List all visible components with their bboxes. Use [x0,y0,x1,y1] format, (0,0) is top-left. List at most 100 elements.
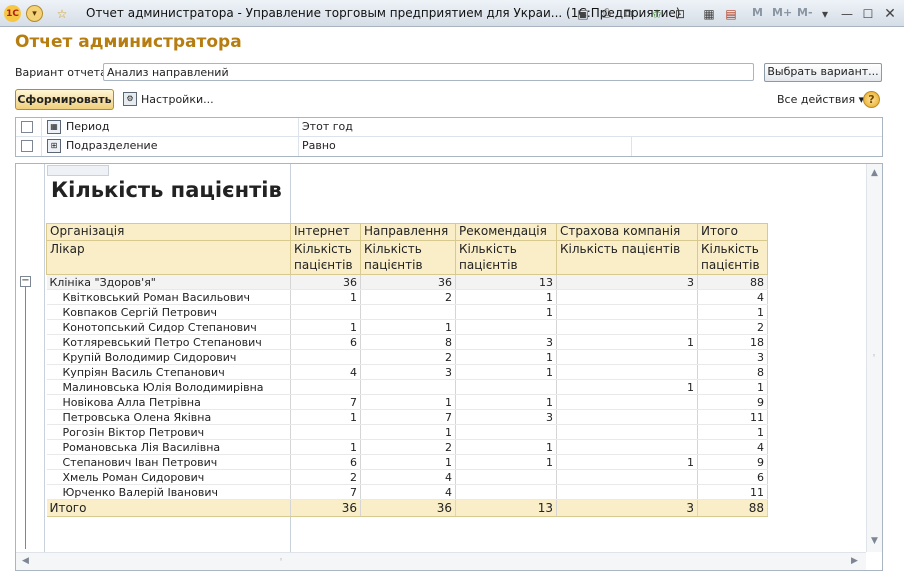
cell-value: 9 [697,394,768,410]
filter-row-department[interactable]: ⊞ Подразделение Равно [16,137,882,156]
cell-value: 4 [360,469,456,485]
filter-value[interactable]: Этот год [302,118,882,137]
cell-value [290,379,361,395]
filter-comparison[interactable]: Равно [302,137,632,156]
memory-minus-button[interactable]: M- [797,6,813,19]
cell-value: 7 [290,484,361,500]
table-row[interactable]: Романовська Лія Василівна 1 2 1 4 [46,439,768,455]
generate-button[interactable]: Сформировать [15,89,114,110]
total-row: Итого 36 36 13 3 88 [46,499,768,517]
column-header: Організація [46,223,291,241]
filter-row-period[interactable]: ▦ Период Этот год [16,118,882,137]
app-logo-icon[interactable]: 1С [4,5,21,22]
choose-variant-button[interactable]: Выбрать вариант... [764,63,882,82]
cell-value: 1 [360,454,456,470]
collapse-group-icon[interactable]: − [20,276,31,287]
scroll-thumb-icon[interactable]: ◦ [279,556,283,564]
scroll-right-icon[interactable]: ▶ [851,556,858,566]
settings-icon: ⚙ [123,92,137,106]
cell-value [455,424,557,440]
maximize-icon[interactable]: ☐ [859,5,877,22]
page-title: Отчет администратора [15,32,242,52]
star-favorite-icon[interactable]: ☆ [53,5,71,22]
cell-value [290,304,361,320]
column-subheader: Кількість пацієнтів [455,240,557,275]
scroll-down-icon[interactable]: ▼ [871,536,878,546]
scroll-up-icon[interactable]: ▲ [871,168,878,178]
cell-value: 1 [455,394,557,410]
column-header: Інтернет [290,223,361,241]
cell-value: 8 [360,334,456,350]
calendar-icon[interactable]: ▤ [722,5,740,22]
cell-value [556,304,698,320]
cell-value [290,349,361,365]
vertical-scrollbar[interactable]: ▲ ◦ ▼ [866,164,882,552]
scroll-thumb-icon[interactable]: ◦ [872,352,876,360]
memory-m-button[interactable]: M [752,6,763,19]
cell-value: 8 [697,364,768,380]
filter-checkbox[interactable] [21,121,33,133]
cell-value [556,484,698,500]
table-row[interactable]: Малиновська Юлія Володимирівна 1 1 [46,379,768,395]
table-row[interactable]: Петровська Олена Яківна 1 7 3 11 [46,409,768,425]
column-header: Рекомендація [455,223,557,241]
chevron-down-icon[interactable]: ▾ [816,5,834,22]
cell-value [556,469,698,485]
variant-input[interactable]: Анализ направлений [103,63,754,81]
table-row[interactable]: Новікова Алла Петрівна 7 1 1 9 [46,394,768,410]
table-row[interactable]: Рогозін Віктор Петрович 1 1 [46,424,768,440]
cell-value: 1 [455,364,557,380]
table-row[interactable]: Хмель Роман Сидорович 2 4 6 [46,469,768,485]
minimize-icon[interactable]: — [838,5,856,22]
all-actions-label: Все действия [777,93,856,106]
cell-value: 1 [290,319,361,335]
cell-value [455,469,557,485]
doctor-name: Ковпаков Сергій Петрович [46,304,291,320]
help-icon[interactable]: ? [863,91,880,108]
table-row[interactable]: Степанович Іван Петрович 6 1 1 1 9 [46,454,768,470]
table-row[interactable]: Конотопський Сидор Степанович 1 1 2 [46,319,768,335]
bookmark-icon[interactable]: ⊡ [671,5,689,22]
column-header: Страхова компанія [556,223,698,241]
cell-value: 1 [556,379,698,395]
scroll-left-icon[interactable]: ◀ [22,556,29,566]
table-row[interactable]: Купріян Василь Степанович 4 3 1 8 [46,364,768,380]
memory-plus-button[interactable]: M+ [772,6,792,19]
table-row[interactable]: Крупій Володимир Сидорович 2 1 3 [46,349,768,365]
save-icon[interactable]: ▣ [574,5,592,22]
cell-value [556,349,698,365]
header-row-group: Організація Інтернет Направлення Рекомендац… [46,223,768,241]
filter-settings-table: ▦ Период Этот год ⊞ Подразделение Равно [15,117,883,157]
total-label: Итого [46,499,291,517]
add-favorite-icon[interactable]: ✩ [648,5,666,22]
all-actions-menu[interactable]: Все действия ▾ [777,93,864,106]
calculator-icon[interactable]: ▦ [700,5,718,22]
print-preview-icon[interactable]: ⧉ [619,5,637,22]
close-icon[interactable]: ✕ [881,5,899,22]
group-name: Клініка "Здоров'я" [46,274,291,290]
doctor-name: Степанович Іван Петрович [46,454,291,470]
report-spreadsheet[interactable]: − Кількість пацієнтів Організація Інтерне… [15,163,883,571]
table-row[interactable]: Ковпаков Сергій Петрович 1 1 [46,304,768,320]
filter-checkbox[interactable] [21,140,33,152]
filter-value[interactable] [632,137,882,156]
column-subheader: Кількість пацієнтів [360,240,456,275]
cell-value: 2 [697,319,768,335]
menu-dropdown-icon[interactable]: ▾ [26,5,43,22]
calendar-icon: ▦ [47,120,61,134]
horizontal-scrollbar[interactable]: ◀ ◦ ▶ [16,552,866,570]
doctor-name: Котляревський Петро Степанович [46,334,291,350]
filter-name: Период [66,118,299,137]
print-icon[interactable]: ⎙ [597,5,615,22]
settings-label: Настройки... [141,92,214,106]
doctor-name: Малиновська Юлія Володимирівна [46,379,291,395]
variant-label: Вариант отчета: [15,66,111,79]
group-row[interactable]: Клініка "Здоров'я" 36 36 13 3 88 [46,274,768,290]
cell-value: 3 [455,334,557,350]
cell-value: 1 [455,439,557,455]
table-row[interactable]: Квітковський Роман Васильович 1 2 1 4 [46,289,768,305]
settings-button[interactable]: ⚙ Настройки... [123,92,214,106]
hierarchy-icon: ⊞ [47,139,61,153]
table-row[interactable]: Котляревський Петро Степанович 6 8 3 1 18 [46,334,768,350]
table-row[interactable]: Юрченко Валерій Іванович 7 4 11 [46,484,768,500]
